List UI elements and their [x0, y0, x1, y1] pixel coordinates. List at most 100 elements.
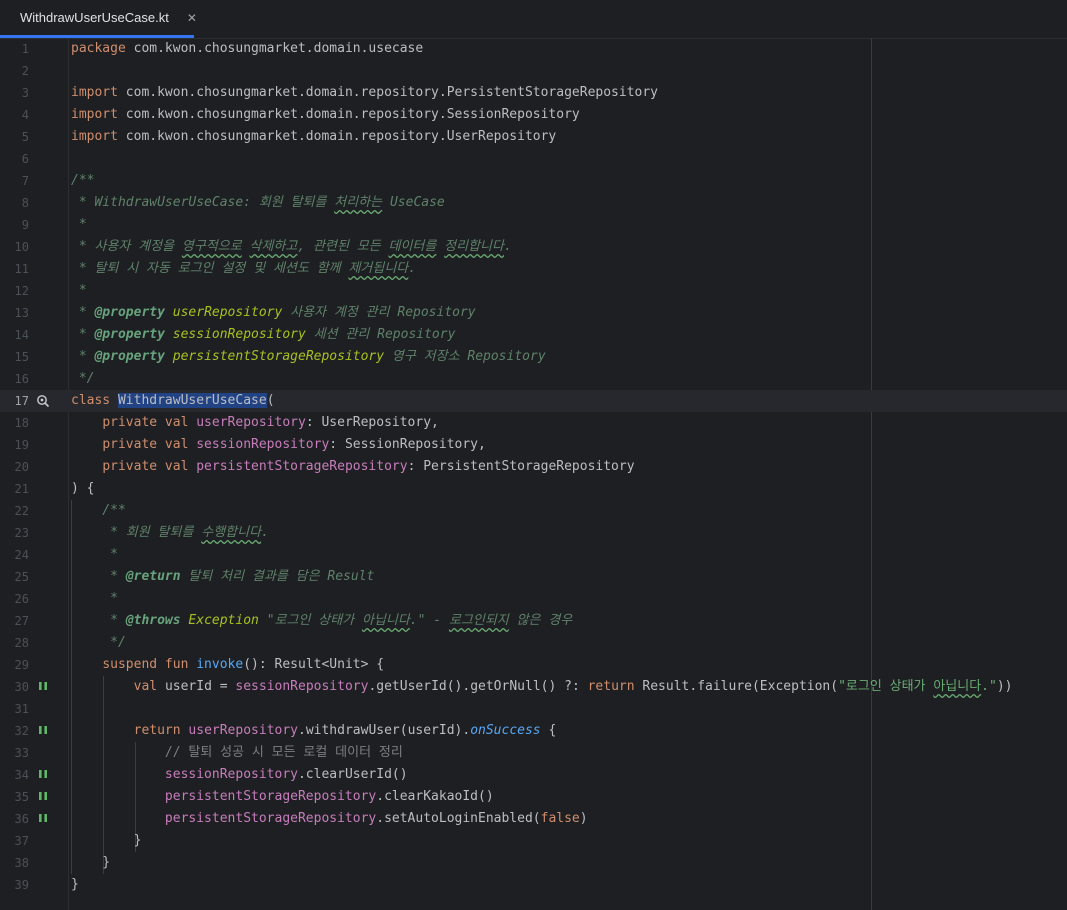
code-line[interactable]: 11 * 탈퇴 시 자동 로그인 설정 및 세션도 함께 제거됩니다. — [0, 258, 1067, 280]
code-line[interactable]: 25 * @return 탈퇴 처리 결과를 담은 Result — [0, 566, 1067, 588]
code-token: 처리하는 — [334, 195, 383, 210]
code-line[interactable]: 1 package com.kwon.chosungmarket.domain.u… — [0, 38, 1067, 60]
line-number[interactable]: 31 — [0, 698, 29, 720]
code-token: , 관련된 모든 — [297, 239, 389, 254]
code-line[interactable]: 37 } — [0, 830, 1067, 852]
line-number[interactable]: 30 — [0, 676, 29, 698]
line-number[interactable]: 8 — [0, 192, 29, 214]
code-line[interactable]: 19 private val sessionRepository: Sessio… — [0, 434, 1067, 456]
line-number[interactable]: 15 — [0, 346, 29, 368]
code-line[interactable]: 16 */ — [0, 368, 1067, 390]
code-line[interactable]: 35 persistentStorageRepository.clearKaka… — [0, 786, 1067, 808]
line-number[interactable]: 1 — [0, 38, 29, 60]
code-editor[interactable]: 1 package com.kwon.chosungmarket.domain.u… — [0, 38, 1067, 910]
code-line[interactable]: 8 * WithdrawUserUseCase: 회원 탈퇴를 처리하는 Use… — [0, 192, 1067, 214]
line-number[interactable]: 27 — [0, 610, 29, 632]
code-line[interactable]: 29 suspend fun invoke(): Result<Unit> { — [0, 654, 1067, 676]
code-line[interactable]: 34 sessionRepository.clearUserId() — [0, 764, 1067, 786]
line-number[interactable]: 9 — [0, 214, 29, 236]
code-token: @property — [94, 305, 165, 320]
line-number[interactable]: 5 — [0, 126, 29, 148]
code-line[interactable]: 15 * @property persistentStorageReposito… — [0, 346, 1067, 368]
code-line[interactable]: 22 /** — [0, 500, 1067, 522]
code-line[interactable]: 18 private val userRepository: UserRepos… — [0, 412, 1067, 434]
code-token: onSuccess — [470, 723, 541, 738]
line-number[interactable]: 25 — [0, 566, 29, 588]
code-line[interactable]: 27 * @throws Exception "로그인 상태가 아닙니다." -… — [0, 610, 1067, 632]
line-number[interactable]: 22 — [0, 500, 29, 522]
line-number[interactable]: 10 — [0, 236, 29, 258]
code-line[interactable]: 38 } — [0, 852, 1067, 874]
line-number[interactable]: 4 — [0, 104, 29, 126]
line-number[interactable]: 13 — [0, 302, 29, 324]
suspend-call-icon[interactable] — [36, 812, 50, 826]
code-line[interactable]: 2 — [0, 60, 1067, 82]
code-line[interactable]: 9 * — [0, 214, 1067, 236]
line-number[interactable]: 12 — [0, 280, 29, 302]
line-number[interactable]: 28 — [0, 632, 29, 654]
code-line[interactable]: 20 private val persistentStorageReposito… — [0, 456, 1067, 478]
line-number[interactable]: 34 — [0, 764, 29, 786]
line-number[interactable]: 38 — [0, 852, 29, 874]
code-line[interactable]: 6 — [0, 148, 1067, 170]
code-token: ) { — [71, 481, 95, 496]
code-line[interactable]: 32 return userRepository.withdrawUser(us… — [0, 720, 1067, 742]
line-number[interactable]: 26 — [0, 588, 29, 610]
code-line[interactable]: 17 class WithdrawUserUseCase( — [0, 390, 1067, 412]
code-line[interactable]: 13 * @property userRepository 사용자 계정 관리 … — [0, 302, 1067, 324]
line-number[interactable]: 17 — [0, 390, 29, 412]
line-number[interactable]: 29 — [0, 654, 29, 676]
tab-withdraw-user-use-case[interactable]: WithdrawUserUseCase.kt ✕ — [0, 0, 197, 38]
suspend-call-icon[interactable] — [36, 768, 50, 782]
code-line[interactable]: 12 * — [0, 280, 1067, 302]
close-tab-icon[interactable]: ✕ — [187, 11, 197, 25]
line-number[interactable]: 33 — [0, 742, 29, 764]
code-text: /** — [71, 170, 94, 192]
code-line[interactable]: 23 * 회원 탈퇴를 수행합니다. — [0, 522, 1067, 544]
line-number[interactable]: 23 — [0, 522, 29, 544]
line-number[interactable]: 18 — [0, 412, 29, 434]
code-line[interactable]: 26 * — [0, 588, 1067, 610]
code-line[interactable]: 31 — [0, 698, 1067, 720]
code-line[interactable]: 5 import com.kwon.chosungmarket.domain.re… — [0, 126, 1067, 148]
suspend-call-icon[interactable] — [36, 790, 50, 804]
line-number[interactable]: 16 — [0, 368, 29, 390]
code-line[interactable]: 10 * 사용자 계정을 영구적으로 삭제하고, 관련된 모든 데이터를 정리합… — [0, 236, 1067, 258]
line-number[interactable]: 39 — [0, 874, 29, 896]
line-number[interactable]: 32 — [0, 720, 29, 742]
line-number[interactable]: 7 — [0, 170, 29, 192]
code-token: * — [71, 305, 95, 320]
code-line[interactable]: 4 import com.kwon.chosungmarket.domain.re… — [0, 104, 1067, 126]
code-line[interactable]: 3 import com.kwon.chosungmarket.domain.re… — [0, 82, 1067, 104]
implementation-icon[interactable] — [36, 394, 50, 408]
code-line[interactable]: 33 // 탈퇴 성공 시 모든 로컬 데이터 정리 — [0, 742, 1067, 764]
line-number[interactable]: 35 — [0, 786, 29, 808]
line-number[interactable]: 3 — [0, 82, 29, 104]
line-number[interactable]: 11 — [0, 258, 29, 280]
code-line[interactable]: 7 /** — [0, 170, 1067, 192]
code-text: } — [71, 852, 110, 874]
code-line[interactable]: 30 val userId = sessionRepository.getUse… — [0, 676, 1067, 698]
code-line[interactable]: 24 * — [0, 544, 1067, 566]
code-token: * — [71, 349, 95, 364]
code-line[interactable]: 28 */ — [0, 632, 1067, 654]
suspend-call-icon[interactable] — [36, 724, 50, 738]
line-number[interactable]: 24 — [0, 544, 29, 566]
line-number[interactable]: 21 — [0, 478, 29, 500]
code-token: (): Result<Unit> { — [243, 657, 385, 672]
line-number[interactable]: 14 — [0, 324, 29, 346]
line-number[interactable]: 2 — [0, 60, 29, 82]
code-line[interactable]: 39} — [0, 874, 1067, 896]
line-number[interactable]: 6 — [0, 148, 29, 170]
line-number[interactable]: 20 — [0, 456, 29, 478]
line-number[interactable]: 19 — [0, 434, 29, 456]
code-text: * — [71, 544, 118, 566]
code-line[interactable]: 21 ) { — [0, 478, 1067, 500]
suspend-call-icon[interactable] — [36, 680, 50, 694]
code-line[interactable]: 36 persistentStorageRepository.setAutoLo… — [0, 808, 1067, 830]
line-number[interactable]: 36 — [0, 808, 29, 830]
line-number[interactable]: 37 — [0, 830, 29, 852]
code-token: Result.failure(Exception( — [642, 679, 839, 694]
code-line[interactable]: 14 * @property sessionRepository 세션 관리 R… — [0, 324, 1067, 346]
